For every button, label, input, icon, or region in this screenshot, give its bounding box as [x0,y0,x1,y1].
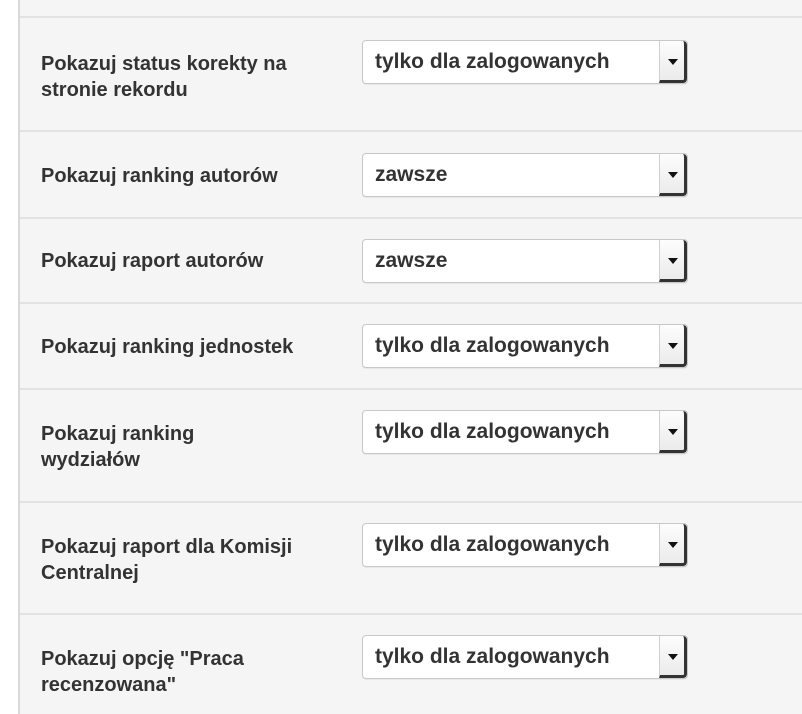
ranking-autorow-select[interactable]: zawsze [362,153,688,197]
select-value: zawsze [375,249,448,272]
chevron-down-icon[interactable] [659,240,687,282]
setting-label: Pokazuj raport autorów [41,250,264,272]
chevron-down-icon[interactable] [659,411,687,453]
setting-row-ranking-autorow: Pokazuj ranking autorów zawsze [20,130,802,217]
chevron-down-icon[interactable] [659,154,687,196]
select-value: tylko dla zalogowanych [375,645,610,668]
setting-label: Pokazuj ranking jednostek [41,336,294,358]
chevron-down-icon[interactable] [659,636,687,678]
select-value: zawsze [375,163,448,186]
chevron-down-icon[interactable] [659,325,687,367]
select-value: tylko dla zalogowanych [375,334,610,357]
chevron-down-icon[interactable] [659,524,687,566]
setting-label: Pokazuj ranking autorów [41,165,278,187]
raport-autorow-select[interactable]: zawsze [362,239,688,283]
select-value: tylko dla zalogowanych [375,533,610,556]
setting-label: Pokazuj status korekty na stronie rekord… [41,53,287,101]
setting-row-status-korekty: Pokazuj status korekty na stronie rekord… [20,16,802,130]
ranking-wydzialow-select[interactable]: tylko dla zalogowanych [362,410,688,454]
setting-row-raport-komisji: Pokazuj raport dla Komisji Centralnej ty… [20,501,802,613]
setting-label: Pokazuj ranking wydziałów [41,423,195,471]
setting-row-ranking-wydzialow: Pokazuj ranking wydziałów tylko dla zalo… [20,388,802,501]
ranking-jednostek-select[interactable]: tylko dla zalogowanych [362,324,688,368]
setting-row-praca-recenzowana: Pokazuj opcję "Praca recenzowana" tylko … [20,613,802,714]
select-value: tylko dla zalogowanych [375,50,610,73]
setting-label: Pokazuj raport dla Komisji Centralnej [41,536,293,584]
status-korekty-select[interactable]: tylko dla zalogowanych [362,40,688,84]
raport-komisji-select[interactable]: tylko dla zalogowanych [362,523,688,567]
setting-label: Pokazuj opcję "Praca recenzowana" [41,648,244,696]
praca-recenzowana-select[interactable]: tylko dla zalogowanych [362,635,688,679]
settings-panel: Pokazuj status korekty na stronie rekord… [18,0,802,714]
setting-row-raport-autorow: Pokazuj raport autorów zawsze [20,217,802,302]
chevron-down-icon[interactable] [659,41,687,83]
setting-row-ranking-jednostek: Pokazuj ranking jednostek tylko dla zalo… [20,302,802,388]
select-value: tylko dla zalogowanych [375,420,610,443]
